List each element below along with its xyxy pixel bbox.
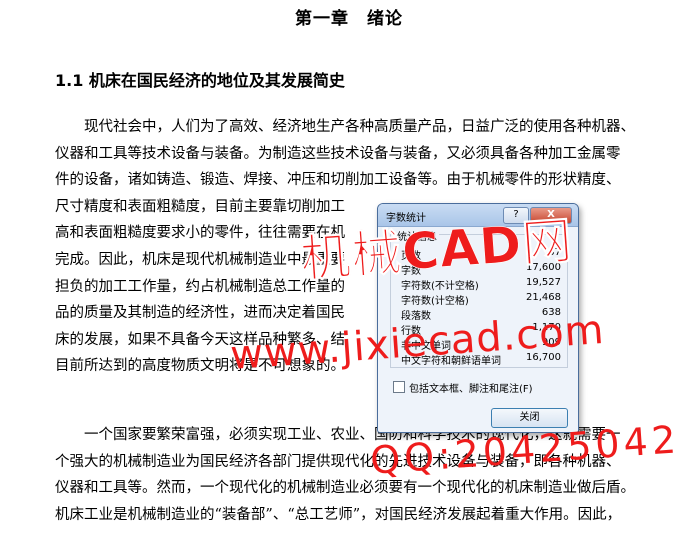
- include-textboxes-checkbox[interactable]: [393, 381, 405, 393]
- paragraph-line: 件的设备，诸如铸造、锻造、焊接、冲压和切削加工设备等。由于机械零件的形状精度、: [55, 172, 621, 189]
- stat-label: 中文字符和朝鲜语单词: [401, 356, 501, 367]
- stat-label: 字符数(不计空格): [401, 281, 479, 292]
- stat-label: 行数: [401, 326, 421, 337]
- statistics-group: 统计信息 页数 37 字数 17,600 字符数(不计空格) 19,527 字符…: [390, 228, 568, 368]
- stat-value: 17,600: [526, 262, 561, 273]
- stat-label: 字符数(计空格): [401, 296, 469, 307]
- stat-row-pages: 页数 37: [401, 247, 561, 262]
- stat-row-words: 字数 17,600: [401, 262, 561, 277]
- stat-row-chars-with-spaces: 字符数(计空格) 21,468: [401, 292, 561, 307]
- document-page: 第一章 绪论 1.1 机床在国民经济的地位及其发展简史 现代社会中，人们为了高效…: [0, 0, 698, 538]
- stat-value: 909: [541, 337, 561, 348]
- stat-value: 37: [548, 247, 561, 258]
- close-icon[interactable]: X: [530, 207, 572, 224]
- paragraph-line: 目前所达到的高度物质文明将是不可想象的。: [55, 358, 345, 375]
- dialog-title: 字数统计: [386, 213, 426, 224]
- stat-label: 字数: [401, 266, 421, 277]
- stat-row-chinese-chars: 中文字符和朝鲜语单词 16,700: [401, 352, 561, 367]
- stat-row-paragraphs: 段落数 638: [401, 307, 561, 322]
- stat-label: 页数: [401, 251, 421, 262]
- stat-row-lines: 行数 1,170: [401, 322, 561, 337]
- statistics-group-title: 统计信息: [395, 228, 439, 243]
- chapter-title: 第一章 绪论: [295, 9, 403, 29]
- help-button[interactable]: ?: [503, 207, 529, 224]
- include-textboxes-label[interactable]: 包括文本框、脚注和尾注(F): [409, 380, 533, 395]
- stat-value: 16,700: [526, 352, 561, 363]
- stat-value: 1,170: [532, 322, 561, 333]
- word-count-dialog: 字数统计 ? X 统计信息 页数 37 字数 17,600 字符数(不计空格) …: [377, 203, 579, 433]
- paragraph-line: 完成。因此，机床是现代机械制造业中最重要: [55, 251, 345, 268]
- close-button[interactable]: 关闭: [491, 408, 568, 428]
- stat-value: 638: [541, 307, 561, 318]
- stat-row-non-chinese-words: 非中文单词 909: [401, 337, 561, 352]
- stat-value: 19,527: [526, 277, 561, 288]
- paragraph-line: 机床工业是机械制造业的“装备部”、“总工艺师”，对国民经济发展起着重大作用。因此…: [55, 506, 622, 523]
- stat-label: 段落数: [401, 311, 431, 322]
- stat-value: 21,468: [526, 292, 561, 303]
- paragraph-line: 品的质量及其制造的经济性，进而决定着国民: [55, 305, 345, 322]
- paragraph-line: 高和表面粗糙度要求小的零件，往往需要在机: [55, 225, 345, 242]
- dialog-titlebar[interactable]: 字数统计 ? X: [378, 204, 578, 227]
- paragraph-line: 尺寸精度和表面粗糙度，目前主要靠切削加工: [55, 198, 345, 215]
- paragraph-line: 仪器和工具等。然而，一个现代化的机械制造业必须要有一个现代化的机床制造业做后盾。: [55, 480, 635, 497]
- paragraph-1: 现代社会中，人们为了高效、经济地生产各种高质量产品，日益广泛的使用各种机器、 仪…: [55, 114, 680, 380]
- paragraph-2: 一个国家要繁荣富强，必须实现工业、农业、国防和科学技术的现代化，这就需要一 个强…: [55, 422, 680, 528]
- section-heading: 1.1 机床在国民经济的地位及其发展简史: [55, 71, 345, 90]
- stat-label: 非中文单词: [401, 341, 451, 352]
- paragraph-line: 现代社会中，人们为了高效、经济地生产各种高质量产品，日益广泛的使用各种机器、: [84, 119, 635, 135]
- paragraph-line: 一个国家要繁荣富强，必须实现工业、农业、国防和科学技术的现代化，这就需要一: [84, 427, 621, 443]
- paragraph-line: 担负的加工工作量，约占机械制造总工作量的: [55, 278, 345, 295]
- paragraph-line: 个强大的机械制造业为国民经济各部门提供现代化的先进技术设备与装备，即各种机器、: [55, 453, 621, 470]
- stat-row-chars-no-spaces: 字符数(不计空格) 19,527: [401, 277, 561, 292]
- paragraph-line: 仪器和工具等技术设备与装备。为制造这些技术设备与装备，又必须具备各种加工金属零: [55, 145, 621, 162]
- paragraph-line: 床的发展，如果不具备今天这样品种繁多、结: [55, 331, 345, 348]
